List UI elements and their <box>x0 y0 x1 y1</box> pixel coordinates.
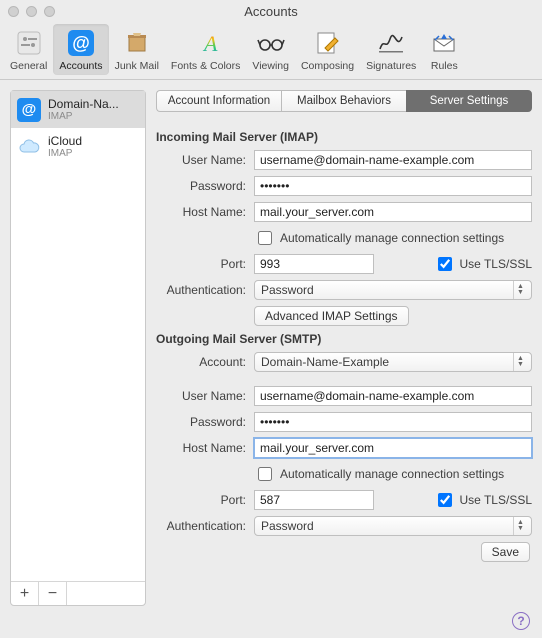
toolbar-label: Signatures <box>366 60 416 72</box>
updown-arrows-icon: ▲▼ <box>513 281 527 299</box>
sidebar-account-domain[interactable]: @ Domain-Na... IMAP <box>11 91 145 128</box>
outgoing-account-select[interactable]: Domain-Name-Example ▲▼ <box>254 352 532 372</box>
incoming-password-field[interactable] <box>254 176 532 196</box>
toolbar: General @ Accounts Junk Mail A Fonts & C… <box>0 22 542 80</box>
fonts-colors-icon: A <box>191 28 221 58</box>
toolbar-junk-mail[interactable]: Junk Mail <box>109 24 165 75</box>
toolbar-rules[interactable]: Rules <box>422 24 466 75</box>
tab-mailbox-behaviors[interactable]: Mailbox Behaviors <box>281 90 406 112</box>
junk-bin-icon <box>122 28 152 58</box>
account-name: Domain-Na... <box>48 97 119 111</box>
save-button[interactable]: Save <box>481 542 530 562</box>
checkbox-icon[interactable] <box>258 467 272 481</box>
checkbox-label: Automatically manage connection settings <box>280 467 504 481</box>
tab-account-information[interactable]: Account Information <box>156 90 281 112</box>
checkbox-icon[interactable] <box>438 493 452 507</box>
at-sign-icon: @ <box>17 98 41 122</box>
incoming-hostname-field[interactable] <box>254 202 532 222</box>
select-value: Password <box>261 519 314 533</box>
toolbar-general[interactable]: General <box>4 24 53 75</box>
toolbar-label: Accounts <box>59 60 102 72</box>
label-outgoing-account: Account: <box>156 355 254 369</box>
updown-arrows-icon: ▲▼ <box>513 353 527 371</box>
at-sign-icon: @ <box>66 28 96 58</box>
label-outgoing-hostname: Host Name: <box>156 441 254 455</box>
gear-switches-icon <box>14 28 44 58</box>
outgoing-hostname-field[interactable] <box>254 438 532 458</box>
incoming-username-field[interactable] <box>254 150 532 170</box>
tab-server-settings[interactable]: Server Settings <box>406 90 532 112</box>
titlebar: Accounts <box>0 0 542 22</box>
toolbar-accounts[interactable]: @ Accounts <box>53 24 108 75</box>
toolbar-signatures[interactable]: Signatures <box>360 24 422 75</box>
account-sidebar: @ Domain-Na... IMAP iCloud IMAP + − <box>10 90 146 606</box>
checkbox-icon[interactable] <box>258 231 272 245</box>
outgoing-auto-manage-checkbox[interactable]: Automatically manage connection settings <box>254 464 504 484</box>
label-outgoing-password: Password: <box>156 415 254 429</box>
incoming-auto-manage-checkbox[interactable]: Automatically manage connection settings <box>254 228 504 248</box>
svg-text:A: A <box>202 31 218 56</box>
account-name: iCloud <box>48 134 82 148</box>
incoming-port-field[interactable] <box>254 254 374 274</box>
checkbox-icon[interactable] <box>438 257 452 271</box>
window-title: Accounts <box>0 4 542 19</box>
toolbar-label: Junk Mail <box>115 60 159 72</box>
outgoing-port-field[interactable] <box>254 490 374 510</box>
minimize-window-button[interactable] <box>26 6 37 17</box>
outgoing-username-field[interactable] <box>254 386 532 406</box>
checkbox-label: Automatically manage connection settings <box>280 231 504 245</box>
outgoing-section-title: Outgoing Mail Server (SMTP) <box>156 332 532 346</box>
tab-bar: Account Information Mailbox Behaviors Se… <box>156 90 532 112</box>
rules-envelope-icon <box>429 28 459 58</box>
signature-icon <box>376 28 406 58</box>
outgoing-tls-checkbox[interactable]: Use TLS/SSL <box>434 490 532 510</box>
toolbar-label: General <box>10 60 47 72</box>
label-incoming-hostname: Host Name: <box>156 205 254 219</box>
close-window-button[interactable] <box>8 6 19 17</box>
select-value: Password <box>261 283 314 297</box>
settings-panel: Account Information Mailbox Behaviors Se… <box>156 90 532 606</box>
toolbar-label: Rules <box>431 60 458 72</box>
label-incoming-username: User Name: <box>156 153 254 167</box>
toolbar-composing[interactable]: Composing <box>295 24 360 75</box>
glasses-icon <box>256 28 286 58</box>
account-type: IMAP <box>48 148 82 159</box>
incoming-auth-select[interactable]: Password ▲▼ <box>254 280 532 300</box>
toolbar-viewing[interactable]: Viewing <box>246 24 295 75</box>
toolbar-label: Viewing <box>252 60 289 72</box>
label-incoming-password: Password: <box>156 179 254 193</box>
checkbox-label: Use TLS/SSL <box>460 257 532 271</box>
label-incoming-port: Port: <box>156 257 254 271</box>
sidebar-account-icloud[interactable]: iCloud IMAP <box>11 128 145 165</box>
account-type: IMAP <box>48 111 119 122</box>
help-button[interactable]: ? <box>512 612 530 630</box>
updown-arrows-icon: ▲▼ <box>513 517 527 535</box>
account-list: @ Domain-Na... IMAP iCloud IMAP <box>11 91 145 581</box>
advanced-imap-settings-button[interactable]: Advanced IMAP Settings <box>254 306 409 326</box>
incoming-tls-checkbox[interactable]: Use TLS/SSL <box>434 254 532 274</box>
window-controls <box>8 6 55 17</box>
toolbar-label: Composing <box>301 60 354 72</box>
checkbox-label: Use TLS/SSL <box>460 493 532 507</box>
label-outgoing-username: User Name: <box>156 389 254 403</box>
outgoing-password-field[interactable] <box>254 412 532 432</box>
add-account-button[interactable]: + <box>11 582 39 605</box>
outgoing-auth-select[interactable]: Password ▲▼ <box>254 516 532 536</box>
incoming-section-title: Incoming Mail Server (IMAP) <box>156 130 532 144</box>
zoom-window-button[interactable] <box>44 6 55 17</box>
label-incoming-auth: Authentication: <box>156 283 254 297</box>
toolbar-label: Fonts & Colors <box>171 60 240 72</box>
remove-account-button[interactable]: − <box>39 582 67 605</box>
sidebar-buttons: + − <box>11 581 145 605</box>
select-value: Domain-Name-Example <box>261 355 389 369</box>
compose-icon <box>313 28 343 58</box>
label-outgoing-auth: Authentication: <box>156 519 254 533</box>
label-outgoing-port: Port: <box>156 493 254 507</box>
toolbar-fonts-colors[interactable]: A Fonts & Colors <box>165 24 246 75</box>
icloud-icon <box>17 135 41 159</box>
svg-text:@: @ <box>72 33 90 53</box>
